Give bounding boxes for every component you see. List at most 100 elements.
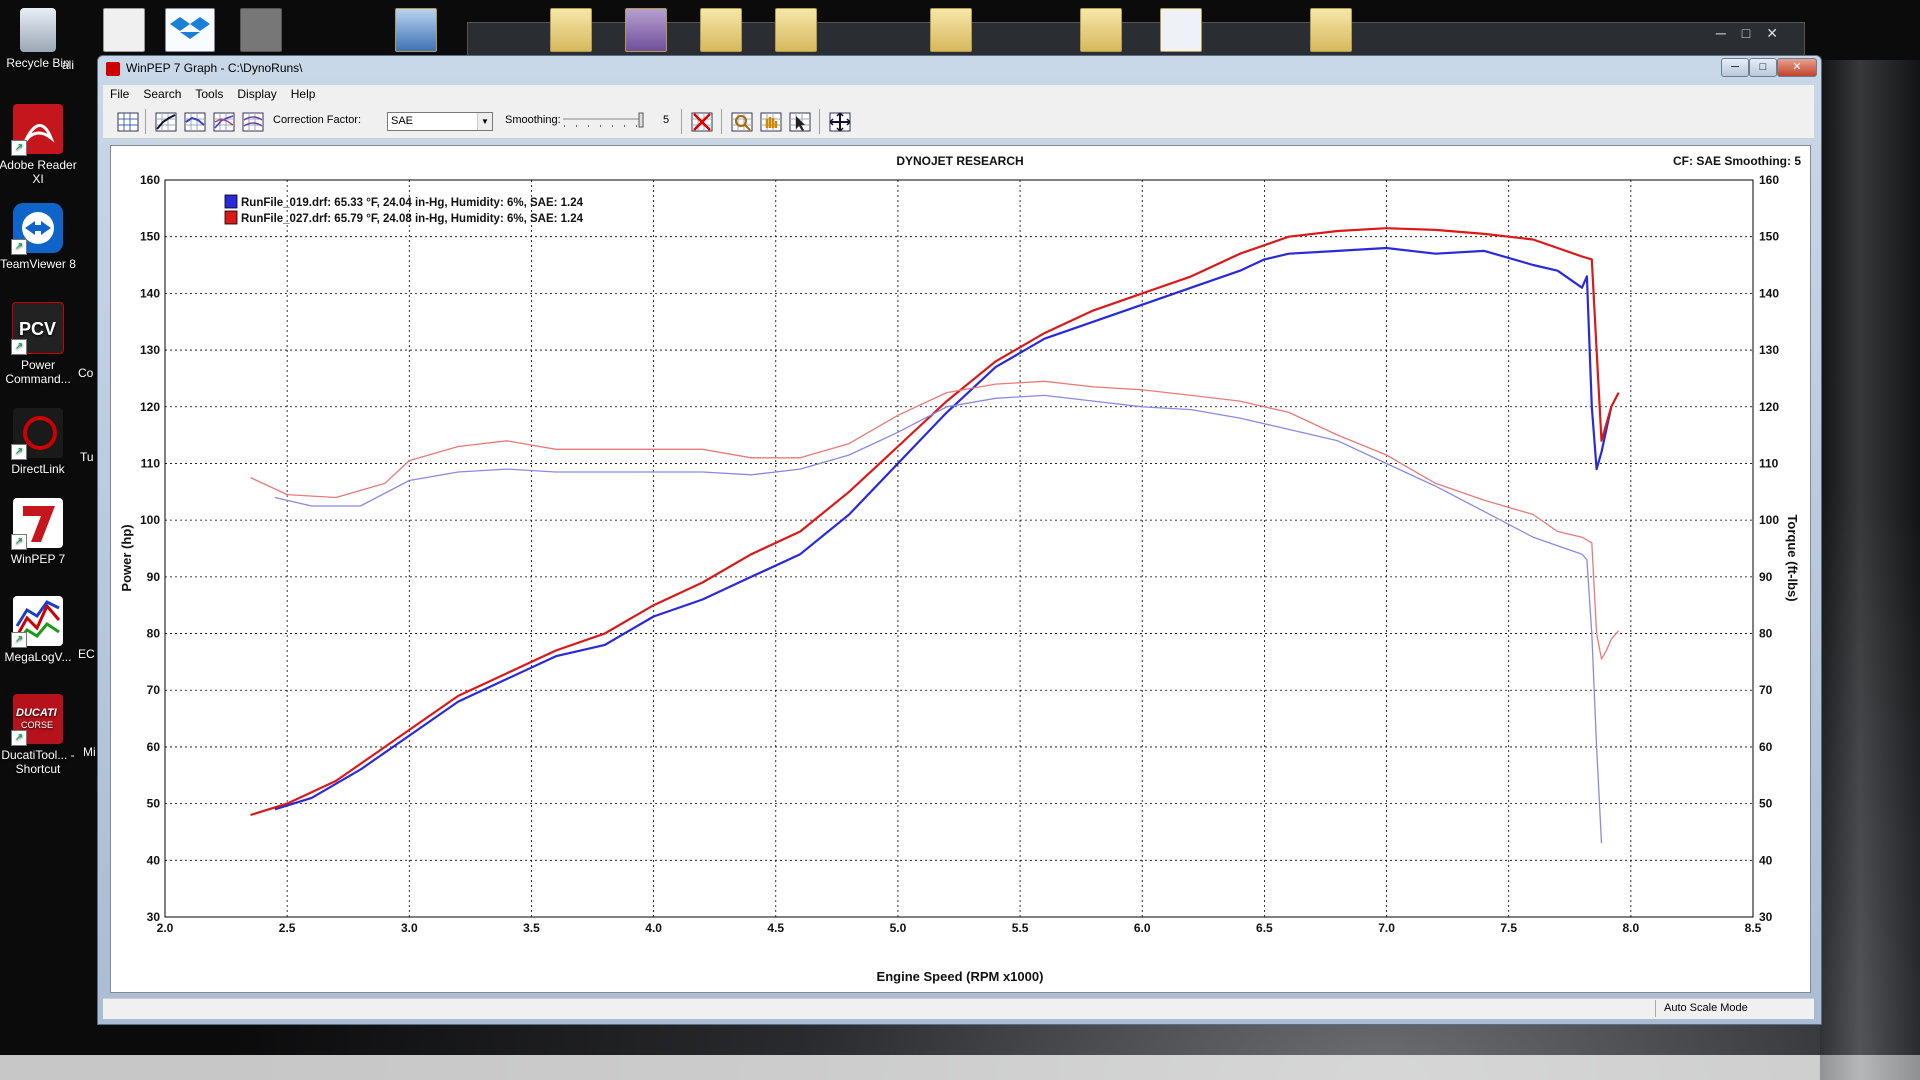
dropbox-icon[interactable] <box>165 8 215 52</box>
y-tick-label: 40 <box>147 853 161 867</box>
svg-text:DUCATI: DUCATI <box>16 707 58 719</box>
shortcut-arrow-icon: ↗ <box>11 140 27 156</box>
zoom-button[interactable] <box>729 109 755 135</box>
y-tick-label: 110 <box>141 456 161 470</box>
desktop-icon-label: Adobe Reader XI <box>0 158 77 186</box>
winpep-window[interactable]: WinPEP 7 Graph - C:\DynoRuns\ ─ □ ✕ File… <box>97 55 1822 1025</box>
desktop-icon-label: DirectLink <box>11 462 65 476</box>
partial-desktop-label[interactable]: EC <box>78 647 98 661</box>
graph-both-button[interactable] <box>211 109 237 135</box>
menu-file[interactable]: File <box>103 85 136 101</box>
y-tick-label: 150 <box>140 230 160 244</box>
desktop-icon-label: MegaLogV... <box>4 650 72 664</box>
graph-power-button[interactable] <box>153 109 179 135</box>
ducati-icon: DUCATI CORSE ↗ <box>11 694 63 746</box>
graph-icon <box>155 112 177 132</box>
shortcut-arrow-icon: ↗ <box>11 632 27 648</box>
folder-icon[interactable] <box>1080 8 1122 52</box>
legend-entry: RunFile_019.drf: 65.33 °F, 24.04 in-Hg, … <box>241 197 584 209</box>
y2-tick-label: 90 <box>1759 570 1773 584</box>
shortcut-arrow-icon: ↗ <box>11 444 27 460</box>
maximize-button[interactable]: □ <box>1749 58 1777 77</box>
y-axis-label: Power (hp) <box>119 524 134 591</box>
menu-tools[interactable]: Tools <box>188 85 230 101</box>
desktop-icon-adobe-reader[interactable]: ↗ Adobe Reader XI <box>0 104 83 186</box>
y2-tick-label: 130 <box>1759 343 1779 357</box>
x-tick-label: 3.0 <box>401 921 418 935</box>
desktop-icon-ducati[interactable]: DUCATI CORSE ↗ DucatiTool... - Shortcut <box>0 694 83 776</box>
cursor-button[interactable] <box>787 109 813 135</box>
settings-icon[interactable] <box>240 8 282 52</box>
x-tick-label: 6.5 <box>1256 921 1273 935</box>
app-icon[interactable] <box>395 8 437 52</box>
toolbar-separator <box>721 109 722 134</box>
slider-thumb[interactable] <box>638 112 644 128</box>
dyno-chart: DYNOJET RESEARCH CF: SAE Smoothing: 5 Ru… <box>119 154 1801 984</box>
desktop-icon-teamviewer[interactable]: ↗ TeamViewer 8 <box>0 203 83 271</box>
folder-icon[interactable] <box>1310 8 1352 52</box>
svg-text:CORSE: CORSE <box>21 720 53 730</box>
x-tick-label: 7.5 <box>1500 921 1517 935</box>
graph-area[interactable]: DYNOJET RESEARCH CF: SAE Smoothing: 5 Ru… <box>110 145 1811 993</box>
y-tick-label: 50 <box>147 797 161 811</box>
desktop-top-icons <box>95 0 1920 62</box>
close-button[interactable]: ✕ <box>1777 58 1817 77</box>
fit-graph-button[interactable] <box>827 109 853 135</box>
partial-desktop-label[interactable]: Co <box>78 366 98 380</box>
y2-tick-label: 110 <box>1759 456 1779 470</box>
pan-button[interactable] <box>758 109 784 135</box>
correction-factor-select[interactable]: SAE ▼ <box>387 112 493 131</box>
winpep-icon: ↗ <box>11 498 63 550</box>
chevron-down-icon[interactable]: ▼ <box>477 113 492 130</box>
menu-display[interactable]: Display <box>230 85 283 101</box>
y-tick-label: 30 <box>147 910 161 924</box>
menu-search[interactable]: Search <box>136 85 188 101</box>
grid-icon <box>117 112 139 132</box>
desktop-icon-megalogviewer[interactable]: ↗ MegaLogV... <box>0 596 83 664</box>
directlink-icon: ↗ <box>11 408 63 460</box>
x-tick-label: 5.5 <box>1012 921 1029 935</box>
status-bar: Auto Scale Mode <box>103 998 1814 1019</box>
graph-torque-button[interactable] <box>182 109 208 135</box>
megalogviewer-icon: ↗ <box>11 596 63 648</box>
x-axis-label: Engine Speed (RPM x1000) <box>877 969 1044 984</box>
folder-icon[interactable] <box>625 8 667 52</box>
legend-entry: RunFile_027.drf: 65.79 °F, 24.08 in-Hg, … <box>241 213 584 225</box>
menu-help[interactable]: Help <box>284 85 323 101</box>
plot-frame <box>164 179 1754 918</box>
document-icon[interactable] <box>103 8 145 52</box>
y2-tick-label: 40 <box>1759 853 1773 867</box>
y-tick-label: 130 <box>140 343 160 357</box>
grid-view-button[interactable] <box>115 109 141 135</box>
y-tick-label: 90 <box>147 570 161 584</box>
remove-graph-button[interactable] <box>689 109 715 135</box>
y-tick-label: 140 <box>140 286 160 300</box>
desktop-icon-power-commander[interactable]: PCV ↗ Power Command... <box>0 302 83 386</box>
y2-tick-label: 120 <box>1759 400 1779 414</box>
folder-icon[interactable] <box>775 8 817 52</box>
x-tick-label: 4.0 <box>645 921 662 935</box>
svg-text:PCV: PCV <box>19 319 56 339</box>
desktop-icon-winpep[interactable]: ↗ WinPEP 7 <box>0 498 83 566</box>
graph-icon <box>242 112 264 132</box>
folder-icon[interactable] <box>550 8 592 52</box>
correction-factor-value: SAE <box>391 115 414 127</box>
file-icon[interactable] <box>1160 8 1202 52</box>
y2-tick-label: 140 <box>1759 286 1779 300</box>
window-title: WinPEP 7 Graph - C:\DynoRuns\ <box>126 61 303 75</box>
y2-tick-label: 80 <box>1759 627 1773 641</box>
x-tick-label: 6.0 <box>1134 921 1151 935</box>
teamviewer-icon: ↗ <box>11 203 63 255</box>
folder-icon[interactable] <box>930 8 972 52</box>
smoothing-slider[interactable] <box>561 112 645 132</box>
correction-factor-label: Correction Factor: <box>273 114 362 126</box>
graph-overlay-button[interactable] <box>240 109 266 135</box>
y2-tick-label: 70 <box>1759 683 1773 697</box>
desktop-icon-directlink[interactable]: ↗ DirectLink <box>0 408 83 476</box>
y-tick-label: 160 <box>140 173 160 187</box>
winpep-app-icon <box>106 62 120 76</box>
partial-desktop-label[interactable]: ali <box>62 58 92 72</box>
title-bar[interactable]: WinPEP 7 Graph - C:\DynoRuns\ ─ □ ✕ <box>98 56 1821 82</box>
minimize-button[interactable]: ─ <box>1721 58 1749 77</box>
folder-icon[interactable] <box>700 8 742 52</box>
